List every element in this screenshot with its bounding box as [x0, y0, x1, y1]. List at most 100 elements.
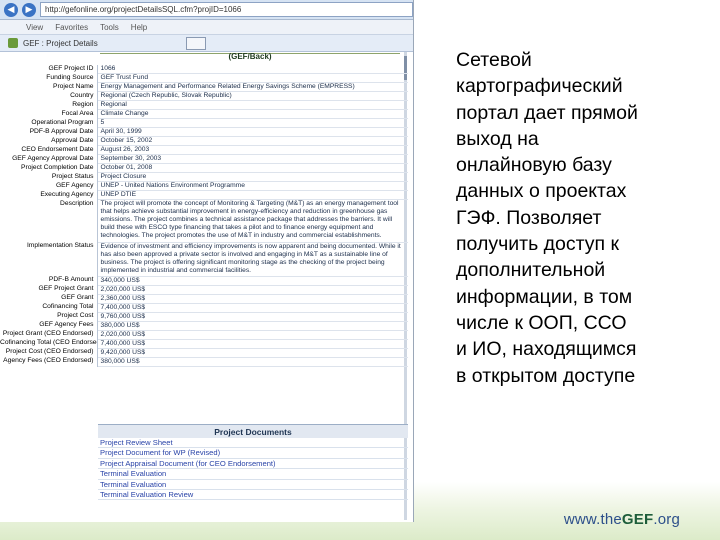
detail-value: Project Closure — [97, 172, 408, 182]
slide-text-line: выход на — [456, 127, 539, 150]
detail-label: Project Cost (CEO Endorsed) — [0, 348, 98, 357]
detail-row: CEO Endorsement Date August 26, 2003 — [0, 145, 408, 155]
detail-label: Funding Source — [0, 73, 98, 83]
detail-label: Description — [0, 199, 98, 242]
detail-label: Agency Fees (CEO Endorsed) — [0, 357, 98, 366]
detail-value: October 15, 2002 — [97, 136, 408, 146]
detail-value: 2,020,000 US$ — [97, 330, 408, 340]
detail-row: GEF Agency UNEP - United Nations Environm… — [0, 181, 408, 191]
detail-row: Operational Program 5 — [0, 118, 408, 128]
project-document-link[interactable]: Terminal Evaluation — [98, 480, 408, 490]
detail-value: UNEP DTIE — [97, 190, 408, 200]
detail-label: Operational Program — [0, 118, 98, 128]
detail-row: Country Regional (Czech Republic, Slovak … — [0, 91, 408, 101]
detail-label: Project Name — [0, 82, 98, 92]
slide-text-line: дополнительной — [456, 259, 606, 282]
url-input[interactable]: http://gefonline.org/projectDetailsSQL.c… — [40, 2, 413, 17]
forward-arrow-icon[interactable]: ▶ — [22, 2, 36, 17]
detail-label: Cofinancing Total — [0, 303, 98, 312]
detail-label: Region — [0, 100, 98, 110]
detail-label: Country — [0, 91, 98, 101]
detail-value: 2,360,000 US$ — [97, 294, 408, 304]
detail-label: GEF Grant — [0, 294, 98, 303]
detail-value: Evidence of investment and efficiency im… — [97, 242, 408, 277]
detail-label: Project Status — [0, 172, 98, 182]
detail-value: August 26, 2003 — [97, 145, 408, 155]
detail-row: GEF Agency Approval Date September 30, 20… — [0, 154, 408, 164]
detail-row: Region Regional — [0, 100, 408, 110]
detail-label: CEO Endorsement Date — [0, 145, 98, 155]
slide-text-line: и ИО, находящимся — [456, 338, 637, 361]
detail-row: Description The project will promote the … — [0, 199, 408, 243]
detail-value: 5 — [97, 118, 408, 128]
detail-label: Project Completion Date — [0, 163, 98, 173]
page-title: (GEF/Back) — [100, 53, 400, 63]
detail-label: Implementation Status — [0, 242, 98, 276]
project-documents-header: Project Documents — [98, 424, 408, 438]
tab-new-button[interactable] — [186, 37, 206, 50]
detail-row: Project Cost 9,760,000 US$ — [0, 312, 408, 322]
detail-row: PDF-B Approval Date April 30, 1999 — [0, 127, 408, 137]
detail-label: GEF Agency — [0, 181, 98, 191]
menu-bar: View Favorites Tools Help — [0, 20, 413, 35]
project-document-link[interactable]: Project Review Sheet — [98, 438, 408, 449]
detail-row: Approval Date October 15, 2002 — [0, 136, 408, 146]
detail-value: Regional — [97, 100, 408, 110]
detail-value: Regional (Czech Republic, Slovak Republi… — [97, 91, 408, 101]
detail-label: GEF Agency Fees — [0, 321, 98, 330]
gef-favicon-icon — [8, 38, 18, 48]
detail-label: Approval Date — [0, 136, 98, 146]
slide-text-line: данных о проектах — [456, 180, 627, 203]
detail-value: GEF Trust Fund — [97, 73, 408, 83]
detail-row: PDF-B Amount 340,000 US$ — [0, 276, 408, 286]
detail-row: Cofinancing Total (CEO Endorsed) 7,400,00… — [0, 339, 408, 349]
detail-value: October 01, 2008 — [97, 163, 408, 173]
detail-value: 380,000 US$ — [97, 357, 408, 367]
detail-value: 7,400,000 US$ — [97, 303, 408, 313]
detail-row: Project Completion Date October 01, 2008 — [0, 163, 408, 173]
detail-label: Project Grant (CEO Endorsed) — [0, 330, 98, 339]
detail-value: April 30, 1999 — [97, 127, 408, 137]
back-arrow-icon[interactable]: ◀ — [4, 2, 18, 17]
project-document-link[interactable]: Terminal Evaluation Review — [98, 490, 408, 501]
tab-title[interactable]: GEF : Project Details — [23, 39, 98, 48]
detail-value: September 30, 2003 — [97, 154, 408, 164]
detail-label: Project Cost — [0, 312, 98, 321]
slide-text-line: информации, в том — [456, 285, 633, 308]
detail-row: Project Status Project Closure — [0, 172, 408, 182]
tab-bar: GEF : Project Details — [0, 35, 413, 52]
logo-suffix: .org — [653, 511, 680, 528]
logo-prefix: www.the — [563, 511, 622, 528]
detail-row: Project Grant (CEO Endorsed) 2,020,000 US… — [0, 330, 408, 340]
project-documents-section: Project Documents Project Review Sheet Pr… — [98, 424, 408, 501]
detail-value: 340,000 US$ — [97, 276, 408, 286]
detail-label: PDF-B Approval Date — [0, 127, 98, 137]
detail-row: Funding Source GEF Trust Fund — [0, 73, 408, 83]
detail-value: UNEP - United Nations Environment Progra… — [97, 181, 408, 191]
menu-item-view[interactable]: View — [26, 23, 43, 32]
detail-row: Project Cost (CEO Endorsed) 9,420,000 US$ — [0, 348, 408, 358]
menu-item-favorites[interactable]: Favorites — [55, 23, 88, 32]
project-document-link[interactable]: Terminal Evaluation — [98, 469, 408, 480]
menu-item-tools[interactable]: Tools — [100, 23, 119, 32]
detail-row: Implementation Status Evidence of investm… — [0, 242, 408, 277]
detail-row: GEF Project Grant 2,020,000 US$ — [0, 285, 408, 295]
slide-text-line: Сетевой — [456, 49, 532, 71]
project-document-link[interactable]: Project Appraisal Document (for CEO Endo… — [98, 459, 408, 470]
address-bar-row: ◀ ▶ http://gefonline.org/projectDetailsS… — [0, 0, 413, 20]
slide-text-line: картографический — [456, 75, 623, 98]
detail-value: 7,400,000 US$ — [97, 339, 408, 349]
detail-value: Energy Management and Performance Relate… — [97, 82, 408, 92]
detail-row: Executing Agency UNEP DTIE — [0, 190, 408, 200]
project-document-link[interactable]: Project Document for WP (Revised) — [98, 448, 408, 459]
slide-text-line: в открытом доступе — [456, 364, 636, 387]
menu-item-help[interactable]: Help — [131, 23, 147, 32]
detail-row: Agency Fees (CEO Endorsed) 380,000 US$ — [0, 357, 408, 367]
detail-row: Focal Area Climate Change — [0, 109, 408, 119]
detail-value: Climate Change — [97, 109, 408, 119]
gef-website-logo: www.theGEF.org — [564, 511, 680, 528]
detail-value: 9,760,000 US$ — [97, 312, 408, 322]
detail-value: The project will promote the concept of … — [97, 199, 408, 243]
slide-text-line: получить доступ к — [456, 233, 620, 256]
detail-value: 2,020,000 US$ — [97, 285, 408, 295]
